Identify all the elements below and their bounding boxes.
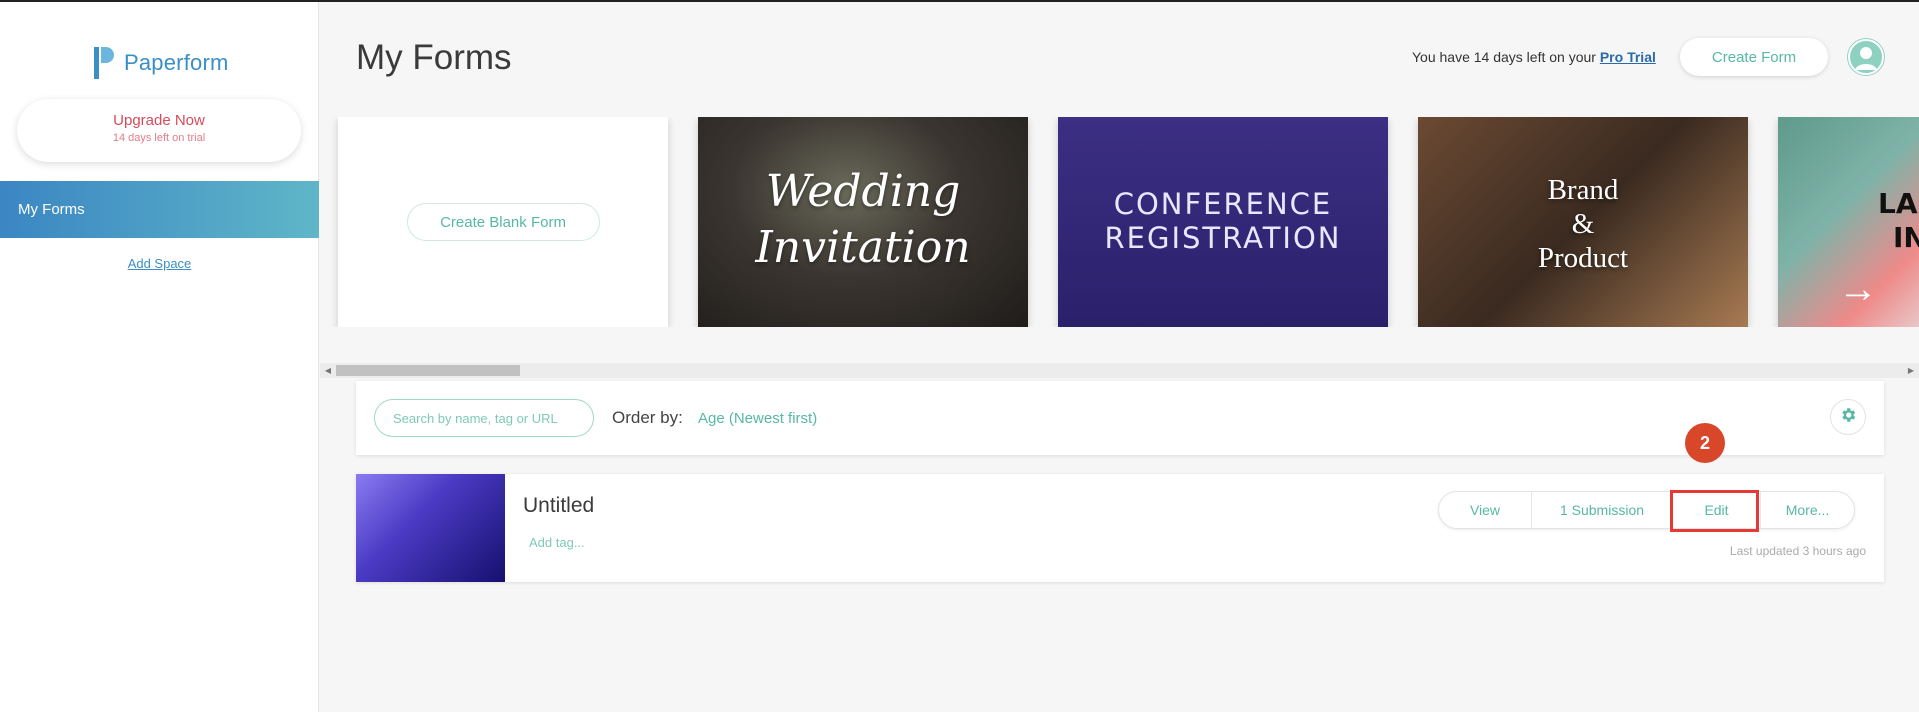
template-title-line: CONFERENCE [1113, 187, 1333, 221]
template-title-line: Product [1537, 242, 1629, 274]
create-blank-form-button[interactable]: Create Blank Form [406, 203, 600, 241]
upgrade-subtitle: 14 days left on trial [112, 132, 206, 144]
settings-button[interactable] [1830, 399, 1866, 435]
sidebar: Paperform Upgrade Now 14 days left on tr… [0, 2, 319, 712]
scroll-right-icon[interactable]: ▶ [1905, 363, 1917, 378]
form-actions: View 1 Submission Edit More... [1438, 491, 1855, 529]
template-title-line: LA [1878, 187, 1918, 220]
template-title-line: IN [1893, 221, 1919, 254]
user-avatar-icon[interactable] [1847, 38, 1885, 76]
add-tag-link[interactable]: Add tag... [529, 535, 585, 550]
paperform-logo-icon [94, 47, 114, 79]
add-space-link[interactable]: Add Space [0, 256, 319, 271]
arrow-right-icon[interactable]: → [1838, 267, 1878, 312]
blank-form-card[interactable]: Create Blank Form [338, 117, 668, 327]
trial-text: You have 14 days left on your [1412, 49, 1596, 65]
template-title-line: Wedding [765, 166, 961, 217]
submissions-button[interactable]: 1 Submission [1531, 492, 1672, 528]
pro-trial-link[interactable]: Pro Trial [1600, 49, 1656, 65]
logo[interactable]: Paperform [94, 46, 229, 80]
brand-product-template[interactable]: Brand & Product [1418, 117, 1748, 327]
last-updated-text: Last updated 3 hours ago [1729, 544, 1866, 558]
edit-button[interactable]: Edit [1672, 492, 1760, 528]
template-carousel[interactable]: Create Blank Form Wedding Invitation CON… [320, 117, 1919, 327]
step-badge: 2 [1685, 423, 1725, 463]
create-form-button[interactable]: Create Form [1680, 38, 1828, 76]
gear-icon [1839, 406, 1857, 429]
trial-notice: You have 14 days left on your Pro Trial [1412, 49, 1656, 65]
page-title: My Forms [356, 38, 512, 77]
sidebar-item-my-forms[interactable]: My Forms [0, 181, 319, 238]
upgrade-title: Upgrade Now [113, 112, 205, 129]
filter-bar: Order by: Age (Newest first) [356, 381, 1884, 455]
carousel-scrollbar[interactable]: ◀ ▶ [320, 363, 1919, 378]
template-title-line: REGISTRATION [1104, 221, 1342, 255]
scroll-left-icon[interactable]: ◀ [322, 363, 334, 378]
form-thumbnail[interactable] [356, 474, 505, 582]
template-title-line: Invitation [755, 222, 971, 273]
upgrade-now-button[interactable]: Upgrade Now 14 days left on trial [17, 99, 301, 162]
partial-template-card[interactable]: LA IN → [1778, 117, 1919, 327]
more-button[interactable]: More... [1760, 492, 1854, 528]
order-by-select[interactable]: Age (Newest first) [698, 410, 817, 427]
template-title-line: & [1571, 208, 1595, 240]
logo-text: Paperform [124, 50, 229, 75]
order-by-label: Order by: [612, 408, 683, 427]
template-title-line: Brand [1547, 174, 1619, 206]
form-list-item[interactable]: Untitled Add tag... View 1 Submission Ed… [356, 474, 1884, 582]
view-button[interactable]: View [1439, 492, 1531, 528]
search-input[interactable] [374, 399, 594, 437]
form-title[interactable]: Untitled [523, 494, 594, 518]
scrollbar-thumb[interactable] [336, 365, 520, 376]
conference-registration-template[interactable]: CONFERENCE REGISTRATION [1058, 117, 1388, 327]
wedding-invitation-template[interactable]: Wedding Invitation [698, 117, 1028, 327]
